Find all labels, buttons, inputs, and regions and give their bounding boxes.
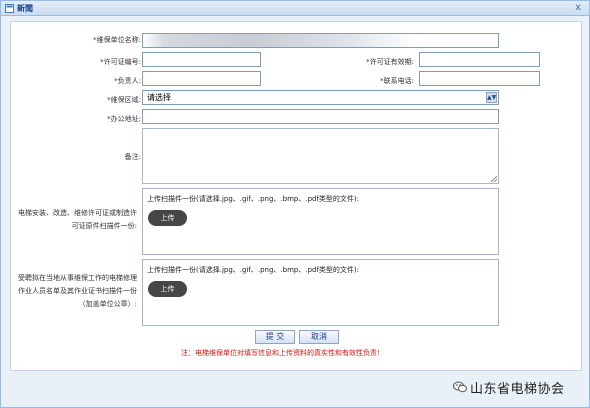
upload1-box: 上传扫描件一份(请选择.jpg、.gif、.png、.bmp、.pdf类型的文件… bbox=[142, 188, 499, 255]
unit-name-label: *维保单位名称: bbox=[93, 36, 141, 44]
phone-label: *联系电话: bbox=[380, 77, 414, 85]
license-no-field[interactable] bbox=[142, 52, 261, 67]
upload2-label: 受聘拟在当地从事维保工作的电梯修理作业人员名单及其作业证书扫描件一份（加盖单位公… bbox=[18, 274, 137, 308]
address-field[interactable] bbox=[142, 109, 499, 124]
remark-textarea[interactable] bbox=[142, 128, 499, 184]
cancel-button[interactable]: 取消 bbox=[299, 330, 339, 344]
manager-field[interactable] bbox=[142, 71, 261, 86]
license-no-label: *许可证编号: bbox=[100, 58, 141, 66]
area-select[interactable]: 请选择 ▲▼ bbox=[142, 90, 499, 105]
license-validity-field[interactable] bbox=[419, 52, 540, 67]
upload1-hint: 上传扫描件一份(请选择.jpg、.gif、.png、.bmp、.pdf类型的文件… bbox=[147, 195, 360, 203]
area-label: *维保区域: bbox=[107, 96, 141, 104]
disclaimer-note: 注：电梯维保单位对填写信息和上传资料的真实性和有效性负责！ bbox=[181, 349, 384, 357]
form-panel: *维保单位名称: *许可证编号: *许可证有效期: *负责人: *联系电话: *… bbox=[10, 21, 582, 371]
remark-label: 备注: bbox=[124, 153, 141, 161]
upload1-label: 电梯安装、改造、维修许可证或制造许可证原件扫描件一份: bbox=[18, 209, 137, 230]
upload2-box: 上传扫描件一份(请选择.jpg、.gif、.png、.bmp、.pdf类型的文件… bbox=[142, 259, 499, 326]
close-button[interactable]: x bbox=[575, 2, 581, 14]
dialog-window: 新聞 x *维保单位名称: *许可证编号: *许可证有效期: *负责人: *联系… bbox=[0, 0, 590, 408]
watermark-text: 山东省电梯协会 bbox=[470, 382, 565, 397]
window-app-icon bbox=[5, 4, 14, 13]
submit-button[interactable]: 提 交 bbox=[255, 330, 295, 344]
unit-name-field[interactable] bbox=[142, 33, 499, 48]
upload2-button[interactable]: 上传 bbox=[148, 281, 187, 297]
manager-label: *负责人: bbox=[114, 77, 141, 85]
phone-field[interactable] bbox=[419, 71, 540, 86]
chevron-down-icon[interactable]: ▲▼ bbox=[486, 92, 497, 103]
wechat-icon bbox=[453, 381, 467, 393]
title-bar[interactable]: 新聞 x bbox=[1, 1, 589, 16]
area-select-value: 请选择 bbox=[147, 93, 171, 102]
upload2-hint: 上传扫描件一份(请选择.jpg、.gif、.png、.bmp、.pdf类型的文件… bbox=[147, 266, 360, 274]
upload1-button[interactable]: 上传 bbox=[148, 210, 187, 226]
window-title: 新聞 bbox=[17, 4, 33, 13]
resize-handle-icon[interactable] bbox=[491, 176, 497, 182]
license-validity-label: *许可证有效期: bbox=[366, 58, 414, 66]
address-label: *办公地址: bbox=[107, 115, 141, 123]
